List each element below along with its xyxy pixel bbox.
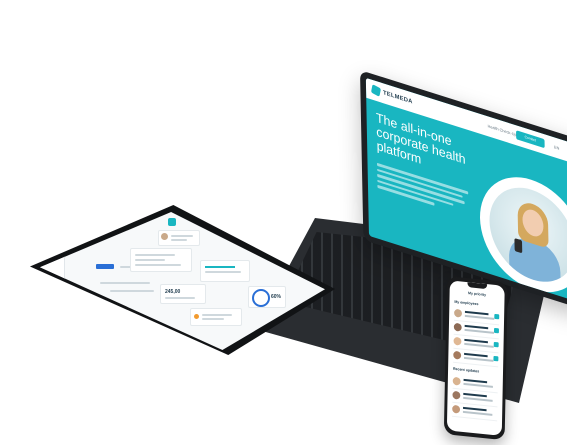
- brand-logo[interactable]: TELMEDA: [370, 84, 413, 107]
- phone-app: My priority My employees Recent updates: [446, 280, 505, 436]
- user-avatar-icon: [453, 336, 462, 346]
- badge-icon: [494, 313, 500, 320]
- progress-card[interactable]: 60%: [248, 286, 286, 308]
- badge-icon: [493, 341, 499, 348]
- info-card[interactable]: [130, 248, 192, 272]
- metric-value: 245,00: [165, 289, 181, 295]
- section-heading: Recent updates: [452, 366, 480, 374]
- badge-icon: [493, 355, 499, 362]
- section-heading: My employees: [454, 299, 479, 307]
- avatar: [161, 233, 168, 240]
- user-avatar-icon: [452, 404, 461, 414]
- user-avatar-icon: [452, 390, 461, 400]
- dashboard-sidebar[interactable]: [40, 212, 65, 350]
- primary-button[interactable]: [96, 264, 114, 269]
- nav-link[interactable]: Health Check-Ups: [488, 123, 519, 138]
- contact-button[interactable]: Contact: [516, 130, 545, 149]
- stats-card[interactable]: [200, 260, 250, 282]
- metric-card[interactable]: 245,00: [160, 284, 206, 304]
- user-avatar-icon: [454, 308, 463, 318]
- phone-frame: My priority My employees Recent updates: [443, 276, 508, 441]
- phone-notch: [467, 282, 488, 290]
- user-avatar-icon: [452, 376, 461, 386]
- badge-icon: [493, 327, 499, 334]
- progress-label: 60%: [271, 294, 282, 300]
- phone-title: My priority: [468, 291, 487, 298]
- event-card[interactable]: [190, 308, 242, 326]
- user-avatar-icon: [453, 350, 462, 360]
- progress-ring-icon: [252, 289, 270, 307]
- status-dot-icon: [194, 314, 199, 319]
- language-switch[interactable]: EN: [554, 144, 559, 151]
- device-mockup-scene: TELMEDA Health Check-Ups Contact EN The …: [0, 0, 567, 445]
- dashboard-logo-icon: [168, 218, 176, 226]
- user-avatar-icon: [453, 322, 462, 332]
- brand-name: TELMEDA: [383, 89, 413, 106]
- profile-card[interactable]: [158, 230, 200, 246]
- logo-mark-icon: [370, 84, 381, 97]
- phone-in-hand-icon: [514, 238, 523, 254]
